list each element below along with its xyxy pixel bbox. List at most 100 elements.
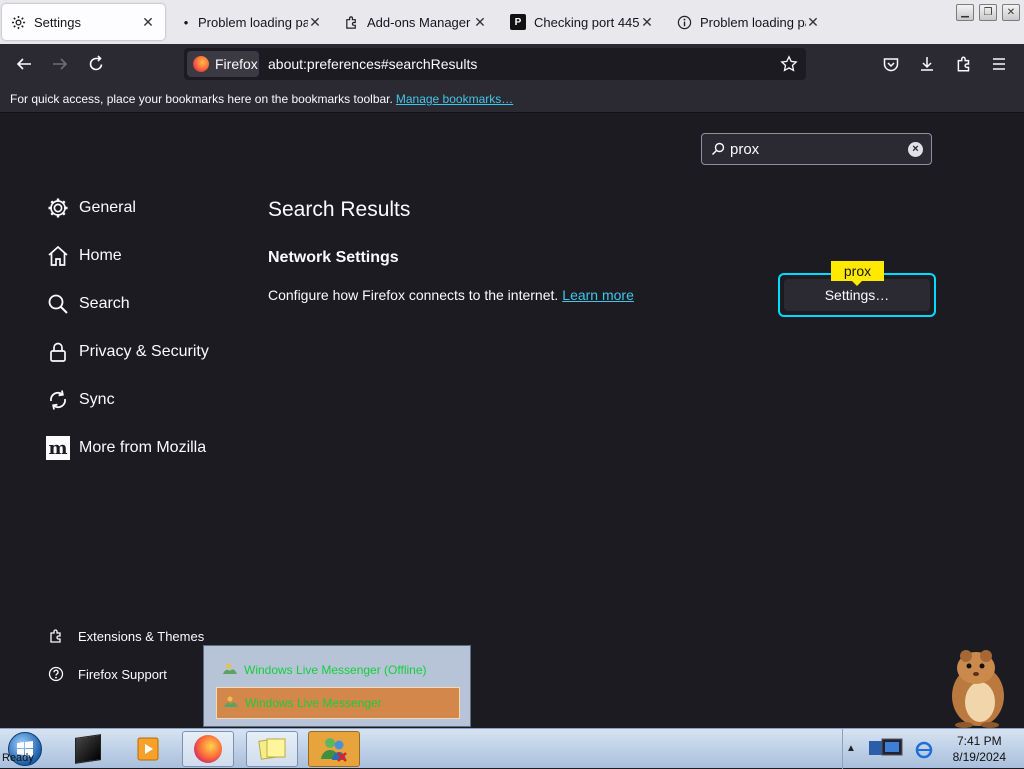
close-tab-icon[interactable]: ✕ bbox=[806, 14, 820, 31]
home-icon bbox=[45, 243, 71, 269]
identity-box[interactable]: Firefox bbox=[187, 51, 259, 77]
puzzle-icon bbox=[343, 14, 359, 30]
puzzle-icon bbox=[46, 626, 66, 646]
clock-time: 7:41 PM bbox=[956, 734, 1002, 748]
back-button[interactable] bbox=[10, 50, 38, 78]
close-window-button[interactable]: ✕ bbox=[1002, 4, 1020, 21]
category-label: Privacy & Security bbox=[79, 343, 209, 360]
category-label: Home bbox=[79, 247, 122, 264]
category-label: General bbox=[79, 199, 136, 216]
pocket-icon bbox=[883, 58, 899, 72]
identity-label: Firefox bbox=[215, 56, 258, 72]
restore-button[interactable]: ❐ bbox=[979, 4, 997, 21]
pocket-button[interactable] bbox=[877, 50, 905, 78]
tab-settings[interactable]: Settings ✕ bbox=[2, 4, 165, 40]
taskbar-app-sticky-notes[interactable] bbox=[246, 731, 298, 767]
tab-label: Checking port 445 on bbox=[534, 14, 640, 30]
category-general[interactable]: General bbox=[45, 195, 136, 221]
tab-label: Settings bbox=[34, 14, 81, 30]
tab-addons-manager[interactable]: Add-ons Manager ✕ bbox=[339, 4, 491, 40]
hamster-mascot-image bbox=[936, 646, 1016, 728]
tab-label: Problem loading page bbox=[700, 14, 806, 30]
category-search[interactable]: Search bbox=[45, 291, 130, 317]
back-arrow-icon bbox=[16, 58, 31, 70]
show-hidden-icons-icon[interactable]: ▲ bbox=[846, 743, 856, 754]
sync-icon bbox=[45, 387, 71, 413]
firefox-logo-icon bbox=[194, 735, 222, 763]
network-description-text: Configure how Firefox connects to the in… bbox=[268, 287, 559, 303]
app-menu-button[interactable] bbox=[985, 50, 1013, 78]
start-button[interactable]: Ready bbox=[2, 729, 54, 769]
tab-problem-loading-2[interactable]: Problem loading page ✕ bbox=[672, 4, 824, 40]
tab-label: Add-ons Manager bbox=[367, 14, 471, 30]
bookmark-star-icon[interactable] bbox=[780, 55, 798, 73]
taskbar-app-firefox[interactable] bbox=[182, 731, 234, 767]
forward-arrow-icon bbox=[53, 58, 68, 70]
tab-strip: Settings ✕ • Problem loading page ✕ Add-… bbox=[0, 0, 1024, 44]
tab-problem-loading-1[interactable]: • Problem loading page ✕ bbox=[178, 4, 326, 40]
extensions-themes-link[interactable]: Extensions & Themes bbox=[46, 626, 204, 646]
gear-icon bbox=[45, 195, 71, 221]
tab-label: Problem loading page bbox=[198, 14, 308, 30]
messenger-item-label: Windows Live Messenger bbox=[245, 696, 382, 710]
category-label: Sync bbox=[79, 391, 115, 408]
search-input[interactable]: prox bbox=[730, 141, 759, 158]
mozilla-icon: m bbox=[45, 435, 71, 461]
category-home[interactable]: Home bbox=[45, 243, 122, 269]
info-icon bbox=[676, 14, 692, 30]
search-icon bbox=[45, 291, 71, 317]
preferences-search-box[interactable]: prox × bbox=[701, 133, 932, 165]
taskbar-app-cube[interactable] bbox=[62, 731, 114, 767]
footer-label: Firefox Support bbox=[78, 666, 167, 682]
ie-tray-icon[interactable] bbox=[914, 739, 934, 764]
close-tab-icon[interactable]: ✕ bbox=[640, 14, 654, 31]
downloads-button[interactable] bbox=[913, 50, 941, 78]
p-favicon-icon: P bbox=[510, 14, 526, 30]
gear-icon bbox=[10, 14, 26, 30]
taskbar: Ready ▲ 7:41 PM 8/19/2024 bbox=[0, 728, 1024, 769]
network-monitor-icon bbox=[869, 738, 903, 756]
messenger-icon bbox=[223, 696, 239, 708]
clear-search-icon[interactable]: × bbox=[908, 142, 923, 157]
url-text[interactable]: about:preferences#searchResults bbox=[268, 56, 477, 72]
tab-checking-port[interactable]: P Checking port 445 on ✕ bbox=[506, 4, 658, 40]
puzzle-icon bbox=[957, 56, 970, 72]
search-icon bbox=[711, 142, 725, 156]
messenger-taskbar-popup: Windows Live Messenger (Offline) Windows… bbox=[203, 645, 471, 727]
close-tab-icon[interactable]: ✕ bbox=[308, 14, 322, 31]
bookmarks-hint-text: For quick access, place your bookmarks h… bbox=[10, 92, 393, 106]
network-tray-icon[interactable] bbox=[866, 737, 908, 766]
download-icon bbox=[921, 57, 933, 71]
media-player-icon bbox=[137, 737, 159, 761]
internet-explorer-icon bbox=[915, 741, 933, 759]
close-tab-icon[interactable]: ✕ bbox=[473, 14, 487, 31]
close-tab-icon[interactable]: ✕ bbox=[141, 14, 155, 31]
help-icon bbox=[46, 664, 66, 684]
category-label: More from Mozilla bbox=[79, 439, 207, 456]
forward-button[interactable] bbox=[46, 50, 74, 78]
taskbar-app-messenger[interactable] bbox=[308, 731, 360, 767]
learn-more-link[interactable]: Learn more bbox=[562, 287, 634, 303]
messenger-offline-item[interactable]: Windows Live Messenger (Offline) bbox=[216, 655, 460, 685]
search-highlight-tooltip: prox bbox=[831, 261, 884, 286]
category-privacy-security[interactable]: Privacy & Security bbox=[45, 339, 209, 365]
taskbar-app-media-player[interactable] bbox=[122, 731, 174, 767]
category-more-from-mozilla[interactable]: m More from Mozilla bbox=[45, 435, 206, 461]
start-status-label: Ready bbox=[2, 752, 34, 764]
clock-date: 8/19/2024 bbox=[952, 750, 1006, 764]
manage-bookmarks-link[interactable]: Manage bookmarks… bbox=[396, 92, 513, 106]
reload-button[interactable] bbox=[82, 50, 110, 78]
minimize-button[interactable]: ▁ bbox=[956, 4, 974, 21]
black-cube-icon bbox=[75, 734, 101, 764]
url-bar[interactable]: Firefox about:preferences#searchResults bbox=[184, 48, 806, 80]
bookmarks-toolbar: For quick access, place your bookmarks h… bbox=[0, 84, 1024, 113]
extensions-button[interactable] bbox=[950, 50, 978, 78]
category-sync[interactable]: Sync bbox=[45, 387, 115, 413]
page-title: Search Results bbox=[268, 198, 411, 221]
firefox-support-link[interactable]: Firefox Support bbox=[46, 664, 167, 684]
network-settings-title: Network Settings bbox=[268, 249, 399, 266]
category-label: Search bbox=[79, 295, 130, 312]
messenger-item[interactable]: Windows Live Messenger bbox=[216, 687, 460, 719]
clock[interactable]: 7:41 PM 8/19/2024 bbox=[953, 733, 1006, 765]
hamburger-icon bbox=[993, 58, 1005, 70]
